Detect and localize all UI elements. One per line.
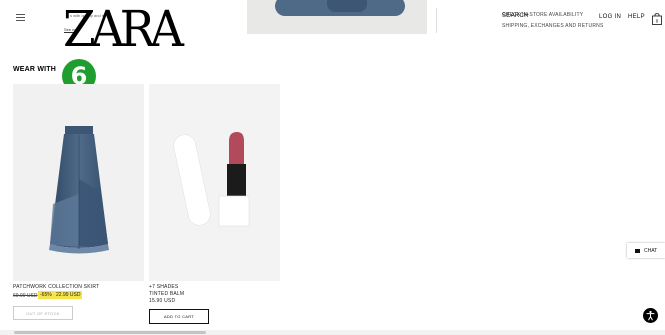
product-name[interactable]: PATCHWORK COLLECTION SKIRT [13, 284, 99, 290]
shipping-returns-link[interactable]: SHIPPING, EXCHANGES AND RETURNS [502, 23, 604, 29]
shopping-bag-icon[interactable]: 0 [652, 12, 662, 25]
shades-count[interactable]: +7 SHADES [149, 284, 178, 290]
product-hero-image [247, 0, 427, 34]
skirt-product-image[interactable] [13, 84, 144, 281]
product-name[interactable]: TINTED BALM [149, 291, 184, 297]
zara-logo[interactable]: ZARA [63, 5, 184, 54]
original-price: 69.90 USD [13, 293, 38, 299]
svg-text:0: 0 [656, 19, 659, 24]
chat-label: CHAT [644, 247, 658, 254]
section-title: WEAR WITH [13, 66, 57, 73]
sale-price: 22.99 USD [54, 291, 83, 299]
accessibility-icon[interactable] [643, 308, 658, 323]
hamburger-icon[interactable] [16, 14, 25, 21]
chat-button[interactable]: CHAT [627, 243, 665, 258]
lipstick-product-image[interactable] [149, 84, 280, 281]
product-price: 15.90 USD [149, 298, 176, 304]
chat-bubble-icon [635, 248, 640, 253]
login-link[interactable]: LOG IN [599, 14, 621, 20]
add-to-cart-button[interactable]: ADD TO CART [149, 309, 209, 324]
out-of-stock-button: OUT OF STOCK [13, 306, 73, 320]
horizontal-scrollbar[interactable] [0, 330, 665, 335]
scrollbar-thumb[interactable] [14, 331, 206, 334]
discount-badge: -65% [38, 291, 54, 299]
vertical-divider [436, 8, 437, 33]
search-link[interactable]: SEARCH [502, 13, 529, 19]
help-link[interactable]: HELP [628, 14, 645, 20]
